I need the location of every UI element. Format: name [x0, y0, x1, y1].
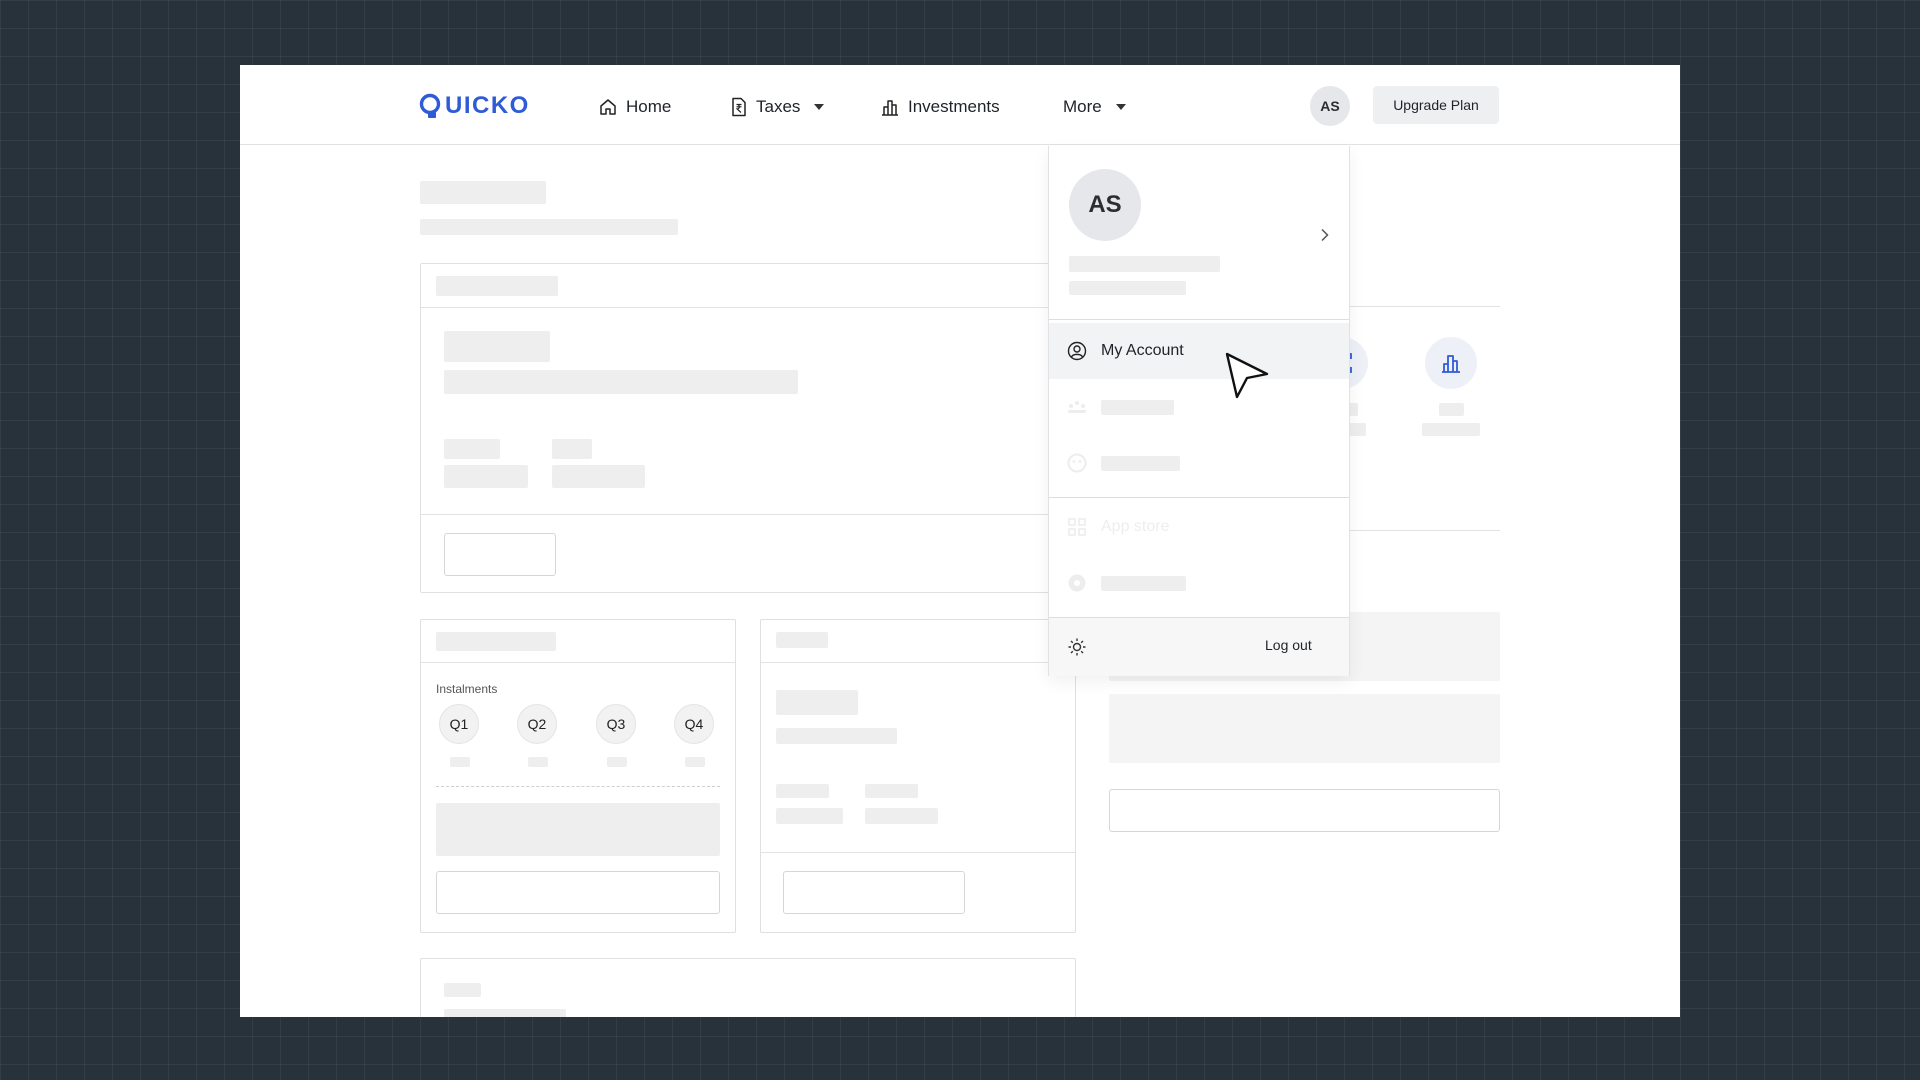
secondary-action-skeleton[interactable]	[783, 871, 965, 914]
tax-document-icon	[732, 97, 746, 117]
nav-more-label: More	[1063, 97, 1102, 116]
dropdown-avatar[interactable]: AS	[1069, 169, 1141, 241]
quarter-q4[interactable]: Q4	[674, 704, 714, 744]
amount-skeleton	[444, 331, 550, 362]
page-subtitle-skeleton	[420, 219, 678, 235]
mouse-cursor-icon	[1225, 352, 1269, 399]
bar-chart-icon	[1442, 355, 1460, 373]
card-header-skeleton	[776, 632, 828, 648]
amount-skeleton	[776, 690, 858, 715]
action-label-skeleton	[1439, 403, 1464, 416]
user-email-skeleton	[1069, 281, 1186, 295]
action-label-skeleton	[1422, 423, 1480, 436]
upgrade-plan-button[interactable]: Upgrade Plan	[1373, 86, 1499, 124]
account-dropdown: AS My Account App store Log out	[1048, 146, 1350, 676]
quarter-status-skeleton	[528, 757, 548, 767]
menu-label-skeleton	[1101, 456, 1180, 471]
section-divider	[1348, 530, 1500, 531]
nav-investments[interactable]: Investments	[880, 93, 1000, 121]
reports-action-circle[interactable]	[1425, 337, 1477, 389]
stat-value-skeleton	[552, 465, 645, 488]
quarter-status-skeleton	[450, 757, 470, 767]
user-avatar[interactable]: AS	[1310, 86, 1350, 126]
app-grid-icon	[1067, 517, 1087, 537]
stat-label-skeleton	[865, 784, 918, 798]
page-title-skeleton	[420, 181, 546, 204]
info-block-skeleton	[436, 803, 720, 856]
dropdown-separator	[1049, 497, 1349, 498]
card-header-divider	[421, 307, 1075, 308]
card-footer-divider	[761, 852, 1075, 853]
people-group-icon	[1067, 397, 1087, 417]
more-caret-icon	[1115, 104, 1126, 110]
secondary-card	[760, 619, 1076, 933]
card-header-skeleton	[444, 983, 481, 997]
nav-more[interactable]: More	[1063, 93, 1126, 121]
menu-item-app-store[interactable]: App store	[1049, 499, 1349, 555]
nav-home[interactable]: Home	[598, 93, 671, 121]
menu-item-loading[interactable]	[1049, 555, 1349, 611]
stat-label-skeleton	[776, 784, 829, 798]
quarter-status-skeleton	[607, 757, 627, 767]
card-header-divider	[761, 662, 1075, 663]
face-icon	[1067, 453, 1087, 473]
quarter-q2[interactable]: Q2	[517, 704, 557, 744]
card-header-skeleton	[436, 632, 556, 651]
menu-item-my-account[interactable]: My Account	[1049, 323, 1349, 379]
stat-value-skeleton	[865, 808, 938, 824]
nav-taxes-label: Taxes	[756, 97, 801, 116]
user-name-skeleton	[1069, 256, 1220, 272]
bottom-card	[420, 958, 1076, 1017]
taxes-caret-icon	[814, 104, 825, 110]
card-action-button-skeleton[interactable]	[444, 533, 556, 576]
logout-button[interactable]: Log out	[1265, 637, 1312, 653]
menu-label-skeleton	[1101, 400, 1174, 415]
user-circle-icon	[1067, 341, 1087, 361]
quarter-q1[interactable]: Q1	[439, 704, 479, 744]
dropdown-separator	[1049, 319, 1349, 320]
stat-label-skeleton	[444, 439, 500, 459]
description-skeleton	[776, 728, 897, 744]
menu-item-loading[interactable]	[1049, 435, 1349, 491]
menu-item-label: My Account	[1101, 342, 1184, 359]
card-footer-divider	[421, 514, 1075, 515]
info-panel-skeleton	[1109, 694, 1500, 763]
menu-item-loading[interactable]	[1049, 379, 1349, 435]
sun-icon[interactable]	[1067, 637, 1087, 657]
lifebuoy-icon	[1067, 573, 1087, 593]
logo-q-icon	[419, 93, 441, 118]
instalments-label: Instalments	[436, 682, 498, 696]
quarter-q3[interactable]: Q3	[596, 704, 636, 744]
menu-label-skeleton	[1101, 576, 1186, 591]
quarter-status-skeleton	[685, 757, 705, 767]
card-header-skeleton	[436, 276, 558, 296]
stat-value-skeleton	[444, 465, 528, 488]
logo-text: UICKO	[445, 92, 530, 119]
stat-value-skeleton	[776, 808, 843, 824]
instalments-card: Instalments Q1 Q2 Q3 Q4	[420, 619, 736, 933]
instalment-action-skeleton[interactable]	[436, 871, 720, 914]
summary-card	[420, 263, 1076, 593]
quicko-logo[interactable]: UICKO	[419, 92, 530, 120]
dashed-divider	[436, 786, 720, 787]
nav-home-label: Home	[626, 97, 672, 116]
dropdown-footer: Log out	[1049, 618, 1349, 676]
bar-chart-icon	[882, 100, 898, 116]
app-window: UICKO Home Taxes Investments More AS Upg…	[240, 65, 1680, 1017]
stat-label-skeleton	[552, 439, 592, 459]
menu-item-label: App store	[1101, 518, 1170, 535]
card-header-divider	[421, 662, 735, 663]
chevron-right-icon[interactable]	[1319, 228, 1331, 242]
nav-taxes[interactable]: Taxes	[730, 93, 825, 121]
section-divider	[1348, 306, 1500, 307]
nav-investments-label: Investments	[908, 97, 1000, 116]
card-line-skeleton	[444, 1009, 566, 1017]
home-icon	[600, 99, 616, 115]
top-navbar: UICKO Home Taxes Investments More AS Upg…	[240, 65, 1680, 145]
description-skeleton	[444, 370, 798, 394]
right-action-skeleton[interactable]	[1109, 789, 1500, 832]
